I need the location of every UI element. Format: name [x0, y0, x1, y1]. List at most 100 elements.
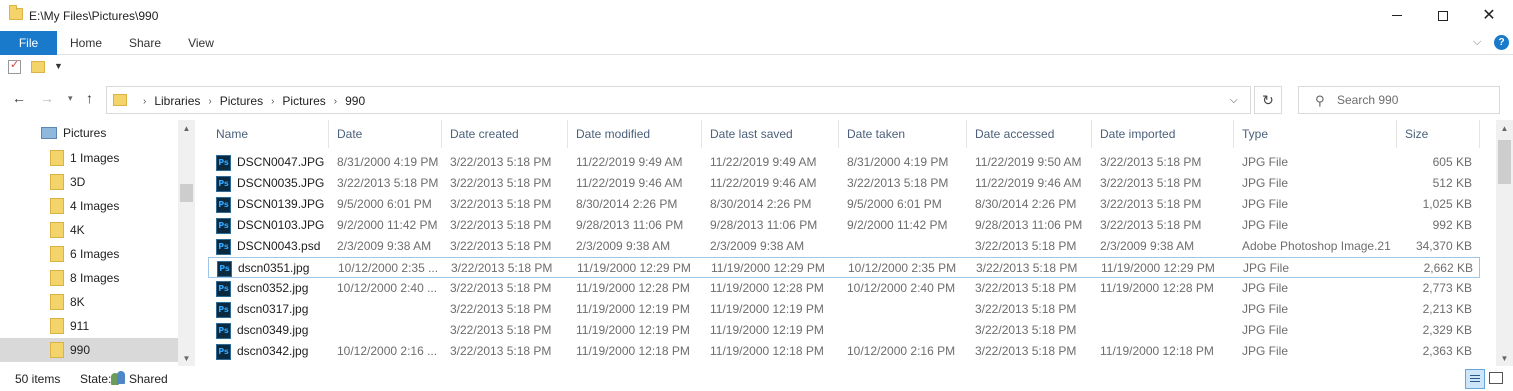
chevron-right-icon[interactable]: › — [271, 96, 274, 107]
scroll-up-icon[interactable]: ▲ — [178, 124, 195, 133]
file-date: 10/12/2000 2:40 ... — [337, 281, 438, 295]
table-row[interactable]: Ps DSCN0047.JPG 8/31/2000 4:19 PM 3/22/2013… — [208, 152, 1480, 173]
tab-file[interactable]: File — [0, 31, 57, 55]
file-name: Ps dscn0352.jpg — [208, 278, 329, 299]
close-button[interactable]: ✕ — [1466, 0, 1512, 31]
column-header-date-accessed[interactable]: Date accessed — [967, 120, 1092, 148]
back-arrow-icon[interactable]: ← — [12, 90, 26, 106]
column-header-date[interactable]: Date — [329, 120, 442, 148]
file-size: 34,370 KB — [1415, 239, 1472, 253]
column-header-name[interactable]: Name — [208, 120, 329, 148]
tree-item-label: 4 Images — [70, 199, 120, 213]
tree-item-folder[interactable]: 4 Images — [0, 194, 178, 218]
up-arrow-icon[interactable]: ↑ — [86, 90, 93, 106]
file-date-modified: 11/19/2000 12:28 PM — [576, 281, 690, 295]
scrollbar-thumb[interactable] — [1498, 140, 1511, 184]
breadcrumb: › Libraries › Pictures › Pictures › 990 — [135, 94, 365, 108]
file-list-scrollbar[interactable]: ▲ ▼ — [1496, 120, 1513, 366]
tree-item-selected[interactable]: 990 — [0, 338, 178, 362]
forward-arrow-icon[interactable]: → — [40, 90, 54, 106]
new-folder-icon[interactable] — [31, 61, 45, 73]
search-box[interactable]: ⚲ — [1298, 86, 1500, 114]
properties-icon[interactable] — [8, 58, 21, 74]
file-date-imported: 2/3/2009 9:38 AM — [1100, 239, 1195, 253]
scroll-down-icon[interactable]: ▼ — [1496, 354, 1513, 363]
maximize-button[interactable] — [1420, 0, 1466, 31]
file-date-imported: 11/19/2000 12:28 PM — [1100, 281, 1214, 295]
column-header-date-created[interactable]: Date created — [442, 120, 568, 148]
chevron-down-icon[interactable]: ⌵ — [1230, 95, 1238, 106]
close-icon: ✕ — [1482, 6, 1496, 24]
file-name: Ps DSCN0035.JPG — [208, 173, 329, 194]
minimize-button[interactable] — [1374, 0, 1420, 31]
tree-item-label: 990 — [70, 343, 91, 357]
column-header-date-last-saved[interactable]: Date last saved — [702, 120, 839, 148]
refresh-button[interactable]: ↻ — [1254, 86, 1282, 114]
chevron-right-icon[interactable]: › — [334, 96, 337, 107]
breadcrumb-libraries[interactable]: Libraries — [154, 94, 200, 108]
folder-icon — [50, 222, 64, 238]
tree-item-folder[interactable]: 8 Images — [0, 266, 178, 290]
file-name-text: dscn0342.jpg — [237, 344, 309, 358]
column-header-size[interactable]: Size — [1397, 120, 1480, 148]
tree-item-folder[interactable]: 3D — [0, 170, 178, 194]
sort-caret-icon: ⌄ — [766, 120, 774, 122]
column-header-date-imported[interactable]: Date imported — [1092, 120, 1234, 148]
column-header-date-modified[interactable]: Date modified — [568, 120, 702, 148]
tab-home[interactable]: Home — [57, 31, 115, 55]
recent-locations-icon[interactable]: ▾ — [68, 93, 73, 104]
file-date-last-saved: 9/28/2013 11:06 PM — [710, 218, 818, 232]
table-row[interactable]: Ps dscn0351.jpg 10/12/2000 2:35 ... 3/22/20… — [208, 257, 1480, 278]
tree-item-pictures[interactable]: Pictures — [0, 121, 178, 145]
expand-ribbon-icon[interactable]: ⌵ — [1473, 36, 1481, 49]
file-date-imported — [1092, 299, 1234, 320]
column-header-type[interactable]: Type — [1234, 120, 1397, 148]
file-name-text: dscn0351.jpg — [238, 261, 310, 275]
file-date: 10/12/2000 2:35 ... — [338, 261, 439, 275]
chevron-right-icon[interactable]: › — [143, 96, 146, 107]
tree-item-folder[interactable]: 911 — [0, 314, 178, 338]
customize-toolbar-icon[interactable]: ▼ — [54, 61, 63, 71]
state-value: Shared — [129, 372, 168, 386]
file-name: Ps DSCN0103.JPG — [208, 215, 329, 236]
tree-item-folder[interactable]: 1 Images — [0, 146, 178, 170]
file-name-text: dscn0352.jpg — [237, 281, 309, 295]
table-row[interactable]: Ps dscn0349.jpg 3/22/2013 5:18 PM 11/19/200… — [208, 320, 1480, 341]
tree-item-folder[interactable]: 4K — [0, 218, 178, 242]
search-input[interactable] — [1337, 92, 1487, 108]
tree-item-folder[interactable]: 6 Images — [0, 242, 178, 266]
table-row[interactable]: Ps DSCN0139.JPG 9/5/2000 6:01 PM 3/22/2013 … — [208, 194, 1480, 215]
chevron-right-icon[interactable]: › — [208, 96, 211, 107]
address-bar[interactable]: › Libraries › Pictures › Pictures › 990 … — [106, 86, 1251, 114]
column-header-date-taken[interactable]: Date taken — [839, 120, 967, 148]
file-date-created: 3/22/2013 5:18 PM — [450, 344, 552, 358]
table-row[interactable]: Ps DSCN0035.JPG 3/22/2013 5:18 PM 3/22/2013… — [208, 173, 1480, 194]
help-icon[interactable]: ? — [1494, 35, 1509, 50]
table-row[interactable]: Ps dscn0342.jpg 10/12/2000 2:16 ... 3/22/20… — [208, 341, 1480, 362]
details-view-button[interactable] — [1465, 369, 1485, 389]
breadcrumb-990[interactable]: 990 — [345, 94, 365, 108]
file-date-imported — [1092, 320, 1234, 341]
scroll-up-icon[interactable]: ▲ — [1496, 124, 1513, 133]
file-date-modified: 8/30/2014 2:26 PM — [576, 197, 678, 211]
folder-icon — [50, 150, 64, 166]
breadcrumb-pictures-folder[interactable]: Pictures — [282, 94, 325, 108]
breadcrumb-pictures[interactable]: Pictures — [220, 94, 263, 108]
tab-view[interactable]: View — [175, 31, 227, 55]
file-date-created: 3/22/2013 5:18 PM — [450, 281, 552, 295]
file-date-accessed: 11/22/2019 9:50 AM — [975, 155, 1082, 169]
file-type: JPG File — [1242, 218, 1289, 232]
table-row[interactable]: Ps DSCN0043.psd 2/3/2009 9:38 AM 3/22/2013 … — [208, 236, 1480, 257]
scroll-down-icon[interactable]: ▼ — [178, 354, 195, 363]
file-name: Ps dscn0351.jpg — [209, 258, 330, 279]
file-name: Ps dscn0342.jpg — [208, 341, 329, 362]
scrollbar-thumb[interactable] — [180, 184, 193, 202]
file-date-created: 3/22/2013 5:18 PM — [450, 218, 552, 232]
large-icons-view-button[interactable] — [1489, 372, 1503, 384]
tree-item-folder[interactable]: 8K — [0, 290, 178, 314]
navigation-scrollbar[interactable]: ▲ ▼ — [178, 120, 195, 366]
table-row[interactable]: Ps dscn0352.jpg 10/12/2000 2:40 ... 3/22/20… — [208, 278, 1480, 299]
table-row[interactable]: Ps dscn0317.jpg 3/22/2013 5:18 PM 11/19/200… — [208, 299, 1480, 320]
table-row[interactable]: Ps DSCN0103.JPG 9/2/2000 11:42 PM 3/22/2013… — [208, 215, 1480, 236]
tab-share[interactable]: Share — [115, 31, 175, 55]
